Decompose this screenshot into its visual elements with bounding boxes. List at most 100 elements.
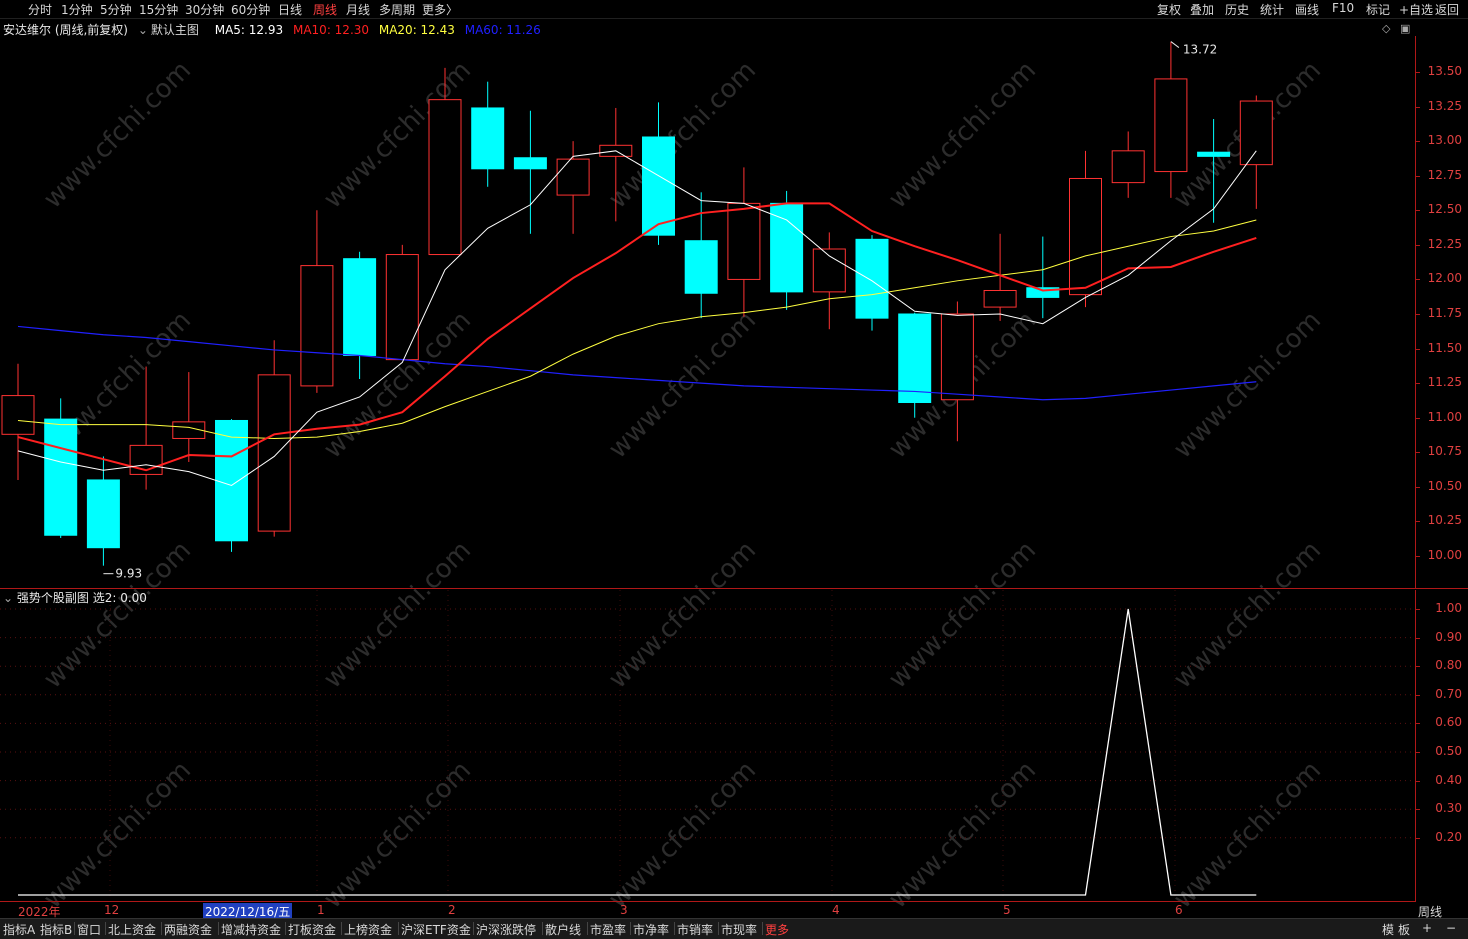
osc-title: 强势个股副图	[16, 591, 89, 605]
osc-tick-label: 0.90	[1435, 629, 1462, 644]
price-tick-label: 12.25	[1427, 236, 1462, 251]
bottom-control-0[interactable]: 模	[1382, 921, 1394, 938]
indicator-tab-5[interactable]: 增减持资金	[221, 921, 281, 938]
indicator-tab-15[interactable]: 更多	[765, 921, 789, 938]
price-tick-label: 11.75	[1427, 306, 1462, 320]
price-tick-mark	[1416, 348, 1420, 350]
candle-body-up	[1154, 78, 1188, 173]
chevron-down-icon[interactable]: ⌄	[3, 591, 13, 605]
indicator-tab-12[interactable]: 市净率	[633, 921, 669, 938]
candle-body-up	[556, 158, 590, 196]
toolbar-button-8[interactable]: 返回	[1435, 1, 1459, 18]
indicator-tab-6[interactable]: 打板资金	[288, 921, 336, 938]
candle-body-down	[1197, 151, 1231, 157]
time-tick-label: 12	[104, 903, 120, 917]
candle-body-up	[983, 289, 1017, 308]
price-tick-label: 13.25	[1427, 98, 1462, 113]
kline-chart[interactable]: 13.72 9.93	[0, 0, 1415, 901]
time-tick-label: 3	[620, 903, 628, 917]
indicator-tab-bar: 指标A 指标B 窗口 北上资金 两融资金 增减持资金 打板资金 上榜资金 沪深ETF资金 沪深涨跌…	[0, 918, 1468, 939]
price-tick-label: 13.00	[1427, 133, 1462, 148]
time-tick-label: 1	[317, 903, 325, 917]
candle-body-down	[343, 258, 377, 356]
bottom-control-2[interactable]: +	[1422, 921, 1432, 935]
indicator-tab-7[interactable]: 上榜资金	[344, 921, 392, 938]
candle-body-up	[940, 313, 974, 401]
osc-tick-label: 0.60	[1435, 715, 1462, 730]
osc-tick-mark	[1416, 837, 1420, 839]
osc-tick-mark	[1416, 637, 1420, 639]
price-tick-label: 11.25	[1427, 375, 1462, 390]
osc-tick-label: 0.70	[1435, 686, 1462, 701]
osc-title-line: ⌄ 强势个股副图 选2: 0.00	[3, 589, 147, 606]
indicator-tab-13[interactable]: 市销率	[677, 921, 713, 938]
price-tick-label: 12.00	[1427, 271, 1462, 286]
osc-tick-label: 0.50	[1435, 744, 1462, 758]
price-tick-mark	[1416, 486, 1420, 488]
pane-divider[interactable]	[0, 588, 1468, 589]
bottom-control-1[interactable]: 板	[1398, 921, 1410, 938]
indicator-tab-10[interactable]: 散户线	[545, 921, 581, 938]
indicator-tab-2[interactable]: 窗口	[77, 921, 101, 938]
price-tick-label: 13.50	[1427, 64, 1462, 78]
indicator-tab-4[interactable]: 两融资金	[164, 921, 212, 938]
time-tick-label: 4	[832, 903, 840, 917]
low-price-label: 9.93	[115, 567, 142, 581]
indicator-tab-8[interactable]: 沪深ETF资金	[401, 921, 471, 938]
price-tick-mark	[1416, 72, 1420, 73]
tab-separator	[218, 922, 219, 935]
bottom-control-3[interactable]: −	[1446, 921, 1456, 935]
osc-value: 选2: 0.00	[92, 591, 147, 605]
osc-tick-label: 0.80	[1435, 658, 1462, 673]
price-tick-mark	[1416, 556, 1420, 557]
candle-body-down	[471, 107, 505, 170]
indicator-tab-0[interactable]: 指标A	[3, 921, 35, 938]
price-tick-mark	[1416, 141, 1420, 143]
indicator-tab-1[interactable]: 指标B	[40, 921, 72, 938]
osc-tick-mark	[1416, 780, 1420, 782]
price-tick-mark	[1416, 417, 1420, 419]
time-axis: 2022年 12 2022/12/16/五 1 2 3 4 5 6	[0, 901, 1415, 920]
tab-separator	[341, 922, 342, 935]
tab-separator	[542, 922, 543, 935]
candle-body-down	[684, 240, 718, 294]
candle-body-up	[1069, 177, 1102, 296]
indicator-tab-14[interactable]: 市现率	[721, 921, 757, 938]
price-tick-mark	[1416, 314, 1420, 315]
candle-body-up	[1111, 150, 1145, 184]
price-tick-label: 10.00	[1427, 548, 1462, 562]
osc-tick-label: 0.40	[1435, 772, 1462, 787]
osc-tick-label: 0.30	[1435, 801, 1462, 816]
osc-tick-mark	[1416, 694, 1420, 696]
price-tick-mark	[1416, 521, 1420, 523]
tab-separator	[718, 922, 719, 935]
ma60-line	[17, 325, 1257, 401]
candle-body-up	[428, 99, 462, 256]
candle-body-up	[385, 254, 419, 361]
indicator-tab-3[interactable]: 北上资金	[108, 921, 156, 938]
osc-axis: 1.00 0.90 0.80 0.70 0.60 0.50 0.40 0.30 0.20	[1415, 590, 1468, 902]
price-tick-label: 10.75	[1427, 444, 1462, 459]
osc-tick-mark	[1416, 609, 1420, 610]
price-tick-label: 10.50	[1427, 478, 1462, 493]
price-tick-label: 12.75	[1427, 167, 1462, 182]
price-tick-mark	[1416, 210, 1420, 212]
indicator-tab-11[interactable]: 市盈率	[590, 921, 626, 938]
high-marker-arrow	[1170, 41, 1180, 48]
price-tick-label: 12.50	[1427, 202, 1462, 217]
tab-separator	[74, 922, 75, 935]
tab-separator	[161, 922, 162, 935]
price-tick-mark	[1416, 106, 1420, 108]
candle-body-down	[770, 202, 804, 293]
osc-tick-mark	[1416, 723, 1420, 725]
candle-body-up	[300, 265, 334, 387]
candle-body-up	[727, 202, 761, 280]
candle-body-down	[215, 419, 248, 542]
candle-body-up	[1239, 100, 1273, 166]
tab-separator	[587, 922, 588, 935]
indicator-tab-9[interactable]: 沪深涨跌停	[476, 921, 536, 938]
tab-separator	[630, 922, 631, 935]
tab-separator	[473, 922, 474, 935]
osc-tick-mark	[1416, 666, 1420, 668]
tab-separator	[674, 922, 675, 935]
